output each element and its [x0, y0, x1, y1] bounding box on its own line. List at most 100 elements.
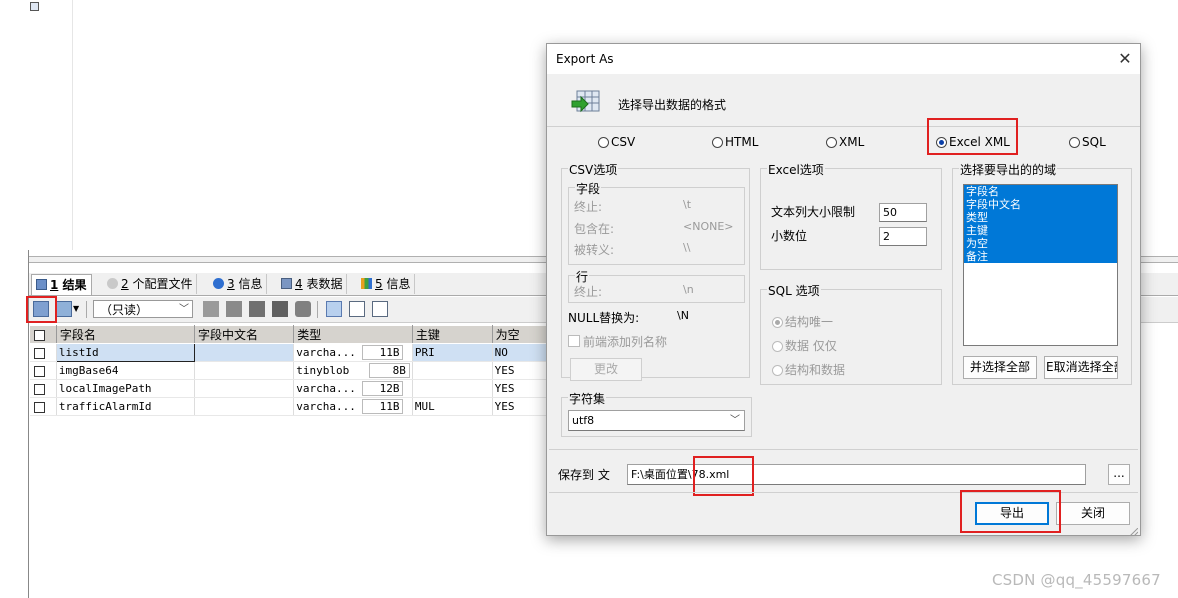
row-checkbox[interactable] — [33, 365, 45, 377]
table-row[interactable]: localImagePath varcha... 12B YES — [29, 379, 550, 398]
browse-button[interactable]: ... — [1108, 464, 1130, 485]
format-html[interactable]: HTML — [712, 135, 758, 149]
charset-select[interactable]: utf8 ﹀ — [568, 410, 745, 431]
chevron-down-icon: ﹀ — [179, 304, 189, 315]
format-csv[interactable]: CSV — [598, 135, 635, 149]
import-icon[interactable] — [56, 301, 72, 317]
radio-xml[interactable] — [826, 137, 837, 148]
list-item[interactable]: 类型 — [964, 211, 1117, 224]
close-icon[interactable]: ✕ — [1116, 50, 1134, 68]
list-item[interactable]: 字段中文名 — [964, 198, 1117, 211]
delete-icon[interactable] — [272, 301, 288, 317]
close-button[interactable]: 关闭 — [1056, 502, 1130, 525]
radio-sql-structure[interactable] — [772, 317, 783, 328]
resize-grip-icon[interactable] — [1129, 525, 1139, 537]
form-view-icon[interactable] — [349, 301, 365, 317]
radio-sql-data[interactable] — [772, 341, 783, 352]
radio-sql-both[interactable] — [772, 365, 783, 376]
cell-nullable[interactable]: YES — [492, 379, 550, 398]
radio-csv[interactable] — [598, 137, 609, 148]
cell-key[interactable] — [412, 379, 493, 398]
row-checkbox[interactable] — [33, 347, 45, 359]
format-xml[interactable]: XML — [826, 135, 864, 149]
sql-opt-data[interactable]: 数据 仅仅 — [772, 337, 837, 354]
cancel-icon[interactable] — [295, 301, 311, 317]
tab-info[interactable]: 3 信息 — [209, 274, 268, 294]
add-header-label: 前端添加列名称 — [583, 335, 668, 349]
csv-null-value: \N — [677, 309, 689, 322]
text-view-icon[interactable] — [372, 301, 388, 317]
sql-opt-structure[interactable]: 结构唯一 — [772, 313, 833, 330]
excel-options-title: Excel选项 — [767, 161, 825, 178]
save-icon[interactable] — [249, 301, 265, 317]
list-item[interactable]: 备注 — [964, 250, 1117, 263]
select-all-button[interactable]: 并选择全部 — [963, 356, 1037, 379]
radio-sql[interactable] — [1069, 137, 1080, 148]
tab-profiles[interactable]: 2 个配置文件 — [103, 274, 198, 294]
cell-key[interactable]: PRI — [412, 343, 493, 362]
tab-info-2[interactable]: 5 信息 — [357, 274, 416, 294]
cell-nullable[interactable]: YES — [492, 397, 550, 416]
cell-nullable[interactable]: NO — [492, 343, 550, 362]
format-html-label: HTML — [725, 135, 759, 149]
text-limit-input[interactable]: 50 — [879, 203, 927, 222]
change-button[interactable]: 更改 — [570, 358, 642, 381]
cell-key[interactable]: MUL — [412, 397, 493, 416]
cell-cn-name[interactable] — [194, 361, 295, 380]
table-row[interactable]: imgBase64 tinyblob 8B YES — [29, 361, 550, 380]
dialog-divider — [549, 449, 1138, 450]
cell-type[interactable]: varcha... 11B — [293, 397, 413, 416]
tab-table-data[interactable]: 4 表数据 — [277, 274, 348, 294]
readonly-select[interactable]: （只读） ﹀ — [93, 300, 193, 318]
grid-view-icon[interactable] — [326, 301, 342, 317]
sql-options-group: SQL 选项 结构唯一 数据 仅仅 结构和数据 — [760, 282, 942, 385]
sql-opt-both[interactable]: 结构和数据 — [772, 361, 845, 378]
cell-type[interactable]: varcha... 11B — [293, 343, 413, 362]
csv-enclosed-value: <NONE> — [683, 220, 734, 233]
csv-null-label: NULL替换为: — [568, 311, 640, 325]
select-all-checkbox[interactable] — [34, 329, 45, 341]
decimals-input[interactable]: 2 — [879, 227, 927, 246]
col-header-field[interactable]: 字段名 — [55, 325, 195, 344]
add-row-icon[interactable] — [203, 301, 219, 317]
deselect-all-button[interactable]: E取消选择全部 — [1044, 356, 1118, 379]
duplicate-row-icon[interactable] — [226, 301, 242, 317]
col-header-key[interactable]: 主键 — [411, 325, 493, 344]
list-item[interactable]: 字段名 — [964, 185, 1117, 198]
tab-result[interactable]: 1 结果 — [31, 274, 92, 295]
list-item[interactable]: 为空 — [964, 237, 1117, 250]
csv-add-header[interactable]: 前端添加列名称 — [568, 333, 667, 350]
radio-html[interactable] — [712, 137, 723, 148]
table-row[interactable]: trafficAlarmId varcha... 11B MUL YES — [29, 397, 550, 416]
cell-key[interactable] — [412, 361, 493, 380]
row-checkbox[interactable] — [33, 401, 45, 413]
charset-value: utf8 — [572, 414, 595, 427]
cell-type[interactable]: varcha... 12B — [293, 379, 413, 398]
dialog-title-bar[interactable]: Export As ✕ — [547, 44, 1140, 74]
cell-cn-name[interactable] — [194, 379, 295, 398]
add-header-checkbox[interactable] — [568, 335, 580, 347]
watermark: CSDN @qq_45597667 — [992, 571, 1161, 589]
export-dialog: Export As ✕ 选择导出数据的格式 CSV HTML XML Excel… — [546, 43, 1141, 537]
cell-type[interactable]: tinyblob 8B — [293, 361, 413, 380]
col-header-cn-name[interactable]: 字段中文名 — [193, 325, 295, 344]
list-item[interactable]: 主键 — [964, 224, 1117, 237]
cell-field[interactable]: listId — [55, 343, 195, 362]
dropdown-arrow-icon[interactable]: ▼ — [73, 304, 79, 313]
cell-nullable[interactable]: YES — [492, 361, 550, 380]
select-all-header[interactable] — [29, 325, 57, 344]
cell-cn-name[interactable] — [194, 343, 295, 362]
cell-field[interactable]: imgBase64 — [56, 361, 195, 380]
col-header-nullable[interactable]: 为空 — [491, 325, 550, 344]
col-header-type[interactable]: 类型 — [293, 325, 413, 344]
table-row[interactable]: listId varcha... 11B PRI NO — [29, 343, 550, 362]
format-sql-label: SQL — [1082, 135, 1106, 149]
highlight-export-btn — [960, 490, 1061, 533]
format-sql[interactable]: SQL — [1069, 135, 1106, 149]
cell-field[interactable]: localImagePath — [56, 379, 195, 398]
cell-cn-name[interactable] — [194, 397, 295, 416]
row-checkbox[interactable] — [33, 383, 45, 395]
csv-enclosed-label: 包含在: — [574, 222, 615, 236]
fields-listbox[interactable]: 字段名 字段中文名 类型 主键 为空 备注 — [963, 184, 1118, 346]
cell-field[interactable]: trafficAlarmId — [56, 397, 195, 416]
